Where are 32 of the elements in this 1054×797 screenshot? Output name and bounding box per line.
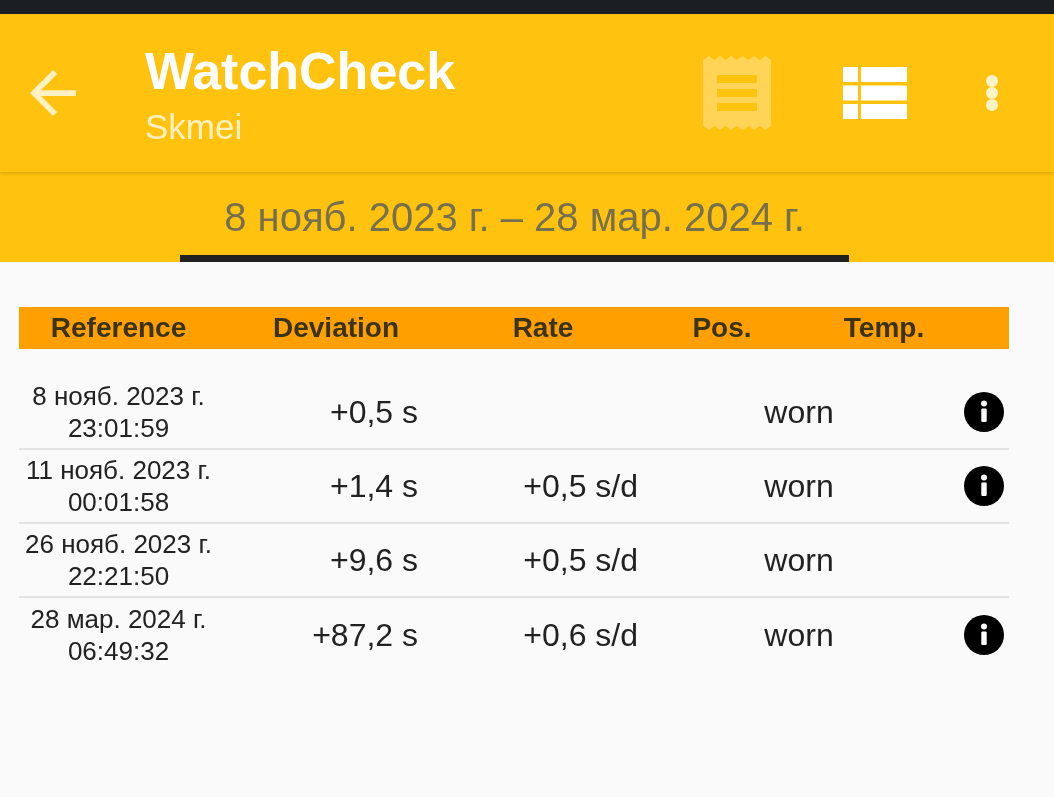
rate-value: +0,5 s/d: [523, 541, 638, 580]
app-subtitle: Skmei: [145, 107, 244, 147]
reference-time: 00:01:58: [67, 486, 170, 518]
column-header: Deviation: [273, 311, 399, 345]
app-title: WatchCheck: [145, 43, 456, 99]
back-arrow-icon[interactable]: [30, 70, 76, 116]
column-header: Rate: [512, 311, 574, 345]
more-options-icon[interactable]: [986, 75, 998, 111]
list-view-icon[interactable]: [843, 67, 907, 119]
reference-date: 8 нояб. 2023 г.: [32, 380, 205, 412]
info-icon[interactable]: [964, 392, 1004, 432]
position-value: worn: [764, 393, 834, 432]
column-header: Reference: [50, 311, 187, 345]
column-header: Temp.: [843, 311, 925, 345]
reference-date: 28 мар. 2024 г.: [30, 603, 207, 635]
reference-time: 22:21:50: [67, 560, 170, 592]
deviation-value: +9,6 s: [329, 541, 418, 580]
deviation-value: +0,5 s: [329, 393, 418, 432]
position-value: worn: [764, 541, 834, 580]
position-value: worn: [764, 467, 834, 506]
deviation-value: +87,2 s: [312, 616, 418, 655]
reference-date: 26 нояб. 2023 г.: [25, 528, 212, 560]
column-header: Pos.: [692, 311, 752, 345]
deviation-value: +1,4 s: [329, 467, 418, 506]
info-icon[interactable]: [964, 466, 1004, 506]
rate-value: +0,6 s/d: [523, 616, 638, 655]
reference-time: 23:01:59: [67, 412, 170, 444]
rate-value: +0,5 s/d: [523, 467, 638, 506]
reference-date: 11 нояб. 2023 г.: [25, 454, 211, 486]
reference-time: 06:49:32: [67, 635, 170, 667]
position-value: worn: [764, 616, 834, 655]
info-icon[interactable]: [964, 615, 1004, 655]
